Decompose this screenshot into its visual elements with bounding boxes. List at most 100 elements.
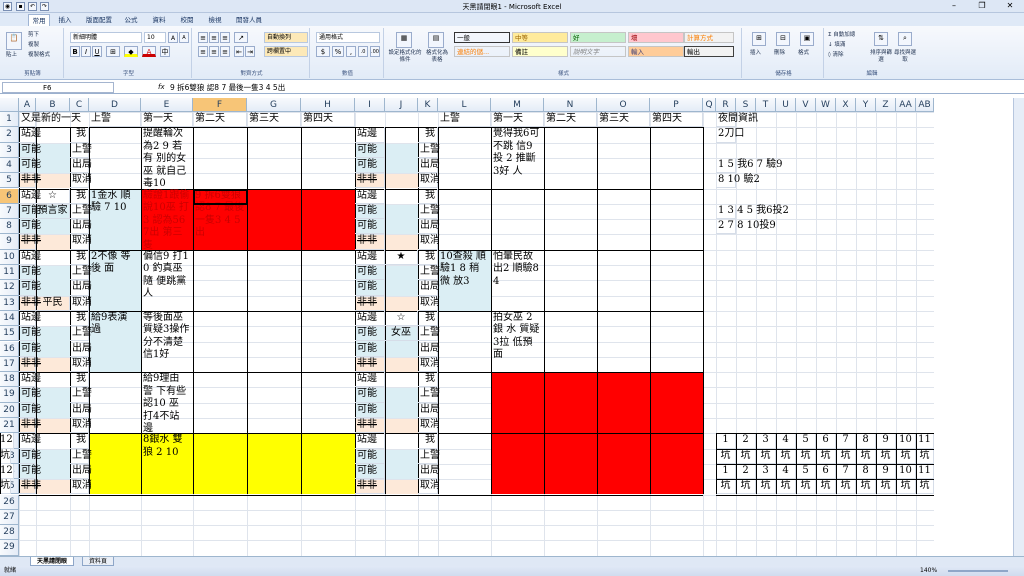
seer-role[interactable]: 預言家 bbox=[36, 203, 70, 220]
pit-label[interactable]: 坑 bbox=[896, 479, 916, 495]
copy-button[interactable]: 複製 bbox=[28, 42, 39, 49]
tab-developer[interactable]: 開發人員 bbox=[232, 14, 266, 26]
day-header[interactable]: 第一天 bbox=[491, 112, 544, 128]
column-header[interactable]: O bbox=[597, 98, 650, 112]
cancel-label[interactable]: 取消 bbox=[418, 173, 440, 189]
pit-label[interactable]: 坑 bbox=[816, 448, 836, 464]
seat-number[interactable]: 12 bbox=[0, 463, 14, 480]
elect-label[interactable]: 上警 bbox=[418, 203, 440, 220]
row-header[interactable]: 29 bbox=[0, 540, 19, 556]
clear-button[interactable]: ◊ 清除 bbox=[828, 52, 843, 59]
possible-label[interactable]: 可能 bbox=[19, 463, 41, 480]
stance-label[interactable]: 站邊 bbox=[355, 127, 385, 143]
seat-number[interactable]: 2 bbox=[736, 433, 756, 449]
column-header[interactable]: T bbox=[756, 98, 776, 112]
comma-icon[interactable]: , bbox=[346, 46, 356, 57]
number-format-select[interactable]: 通用格式 bbox=[316, 32, 380, 43]
tab-view[interactable]: 檢視 bbox=[204, 14, 226, 26]
elect-label[interactable]: 上警 bbox=[70, 203, 92, 220]
night-info-header[interactable]: 夜間資訊 bbox=[716, 112, 758, 128]
phonetic-icon[interactable]: 中 bbox=[160, 46, 170, 57]
style-output[interactable]: 輸出 bbox=[684, 46, 734, 57]
stance-label[interactable]: 站邊 bbox=[19, 127, 41, 143]
underline-icon[interactable]: U bbox=[92, 46, 102, 57]
possible-fill[interactable] bbox=[386, 204, 418, 235]
border-icon[interactable]: ⊞ bbox=[106, 46, 120, 57]
row-header[interactable]: 8 bbox=[0, 219, 19, 235]
format-cells-button[interactable]: 格式 bbox=[798, 50, 809, 57]
elect-label[interactable]: 上警 bbox=[418, 326, 440, 342]
pit-label[interactable]: 坑 bbox=[776, 479, 796, 495]
column-header[interactable]: AB bbox=[916, 98, 934, 112]
restore-icon[interactable]: ❐ bbox=[968, 0, 996, 12]
column-header[interactable]: U bbox=[776, 98, 796, 112]
note-cell[interactable]: 偏信9 打10 釣真巫 隨 便跳黨人 bbox=[141, 250, 193, 311]
day-header[interactable]: 上警 bbox=[438, 112, 491, 128]
star-outline-icon[interactable]: ☆ bbox=[385, 310, 418, 327]
villager-role[interactable]: 平民 bbox=[36, 295, 70, 311]
row-header[interactable]: 27 bbox=[0, 509, 19, 526]
delete-cells-button[interactable]: 刪除 bbox=[774, 50, 785, 57]
pit-label[interactable]: 坑 bbox=[816, 479, 836, 495]
seat-number[interactable]: 1 bbox=[716, 463, 736, 480]
style-note[interactable]: 備註 bbox=[512, 46, 568, 57]
style-bad[interactable]: 壞 bbox=[628, 32, 684, 43]
style-normal[interactable]: 一般 bbox=[454, 32, 510, 43]
yellow-block[interactable] bbox=[90, 434, 355, 495]
non-label[interactable]: 非非 bbox=[355, 356, 385, 373]
orientation-icon[interactable]: ↗ bbox=[234, 32, 248, 43]
row-header[interactable]: 3 bbox=[0, 142, 19, 158]
elect-label[interactable]: 上警 bbox=[70, 448, 92, 464]
column-header[interactable]: Y bbox=[856, 98, 876, 112]
zoom-level[interactable]: 140% bbox=[920, 566, 937, 576]
seat-number[interactable]: 4 bbox=[776, 433, 796, 449]
possible-label[interactable]: 可能 bbox=[355, 341, 385, 357]
column-header[interactable]: B bbox=[36, 98, 70, 112]
cancel-label[interactable]: 取消 bbox=[418, 234, 440, 250]
cut-button[interactable]: 剪下 bbox=[28, 32, 39, 39]
stance-label[interactable]: 站邊 bbox=[19, 249, 41, 265]
find-icon[interactable]: ⌕ bbox=[898, 32, 912, 46]
column-header[interactable]: D bbox=[89, 98, 141, 112]
tab-insert[interactable]: 插入 bbox=[54, 14, 76, 26]
paste-button[interactable]: 貼上 bbox=[6, 52, 17, 59]
decrease-decimal-icon[interactable]: .00 bbox=[370, 46, 380, 57]
non-fill[interactable] bbox=[37, 480, 70, 495]
pit-label[interactable]: 坑 bbox=[716, 479, 736, 495]
out-label[interactable]: 出局 bbox=[70, 157, 92, 174]
out-label[interactable]: 出局 bbox=[70, 402, 92, 418]
stance-label[interactable]: 站邊 bbox=[19, 310, 41, 327]
possible-fill[interactable] bbox=[37, 327, 70, 357]
pit-label[interactable]: 坑 bbox=[0, 479, 11, 495]
pit-label[interactable]: 坑 bbox=[796, 448, 816, 464]
possible-fill[interactable] bbox=[386, 449, 418, 480]
out-label[interactable]: 出局 bbox=[418, 219, 440, 235]
column-header[interactable]: M bbox=[491, 98, 544, 112]
elect-label[interactable]: 上警 bbox=[70, 142, 92, 158]
out-label[interactable]: 出局 bbox=[418, 280, 440, 296]
possible-label[interactable]: 可能 bbox=[355, 280, 385, 296]
pit-label[interactable]: 坑 bbox=[916, 479, 934, 495]
seat-number[interactable]: 12 bbox=[0, 433, 14, 449]
possible-label[interactable]: 可能 bbox=[19, 203, 41, 220]
column-header[interactable]: G bbox=[247, 98, 301, 112]
seat-number[interactable]: 9 bbox=[876, 433, 896, 449]
seat-number[interactable]: 4 bbox=[776, 463, 796, 480]
possible-fill[interactable] bbox=[37, 266, 70, 296]
possible-label[interactable]: 可能 bbox=[355, 448, 385, 464]
column-header[interactable]: V bbox=[796, 98, 816, 112]
font-name-select[interactable]: 新細明體 bbox=[70, 32, 142, 43]
pit-label[interactable]: 坑 bbox=[756, 448, 776, 464]
out-label[interactable]: 出局 bbox=[418, 157, 440, 174]
pit-label[interactable]: 坑 bbox=[916, 448, 934, 464]
night-info-line[interactable]: 2 7 8 10投9 bbox=[716, 219, 776, 235]
cancel-label[interactable]: 取消 bbox=[70, 356, 92, 373]
sheet-tab-1[interactable]: 天黑請閉眼 bbox=[30, 557, 75, 566]
non-label[interactable]: 非非 bbox=[355, 173, 385, 189]
non-fill[interactable] bbox=[386, 419, 418, 434]
stance-label[interactable]: 站邊 bbox=[355, 310, 385, 327]
seat-number[interactable]: 7 bbox=[836, 433, 856, 449]
elect-label[interactable]: 上警 bbox=[418, 448, 440, 464]
possible-label[interactable]: 可能 bbox=[19, 142, 41, 158]
tab-review[interactable]: 校閱 bbox=[176, 14, 198, 26]
